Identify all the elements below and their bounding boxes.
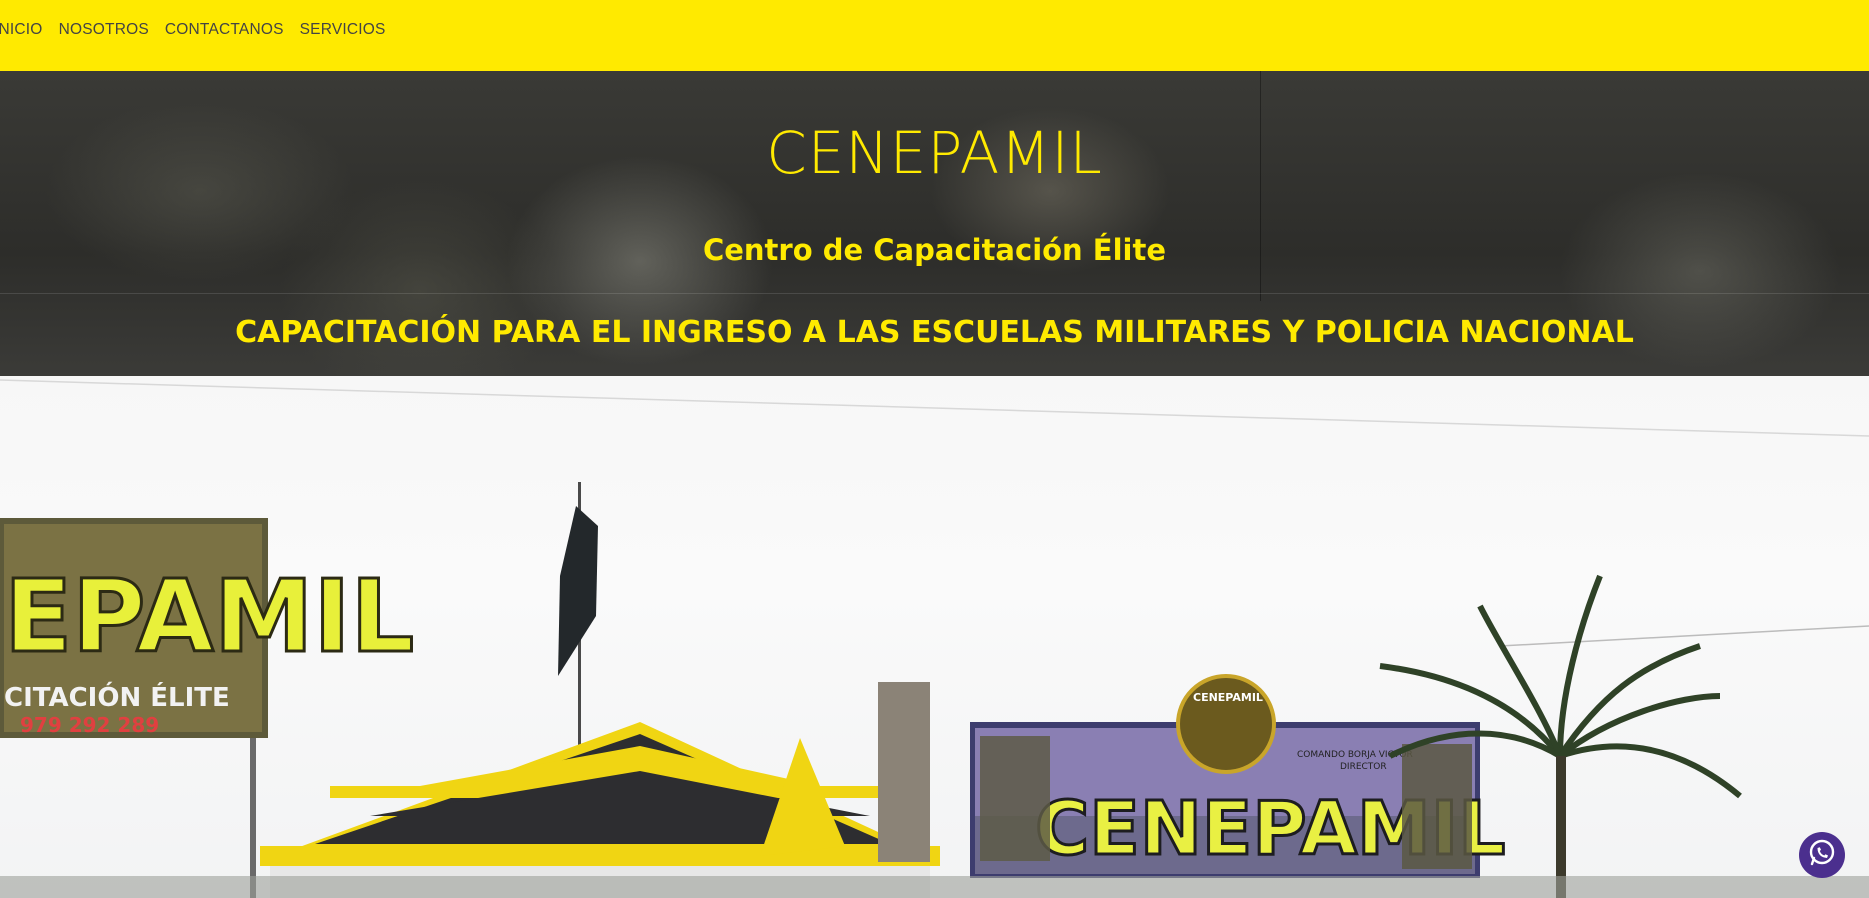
left-billboard-subtitle: CITACIÓN ÉLITE [4, 681, 230, 713]
nav-item-servicios[interactable]: SERVICIOS [300, 21, 386, 39]
whatsapp-icon [1807, 838, 1837, 872]
nav-menu: INICIO NOSOTROS CONTACTANOS SERVICIOS [0, 21, 402, 39]
right-billboard: CENEPAMIL CENEPAMIL COMANDO BORJA VICTOR… [970, 674, 1507, 878]
whatsapp-button[interactable] [1799, 832, 1845, 878]
hero-tagline: CAPACITACIÓN PARA EL INGRESO A LAS ESCUE… [235, 315, 1634, 350]
top-navbar: INICIO NOSOTROS CONTACTANOS SERVICIOS [0, 0, 1869, 71]
campus-photo: EPAMIL CITACIÓN ÉLITE 979 292 289 CENEPA… [0, 376, 1869, 898]
nav-item-inicio[interactable]: INICIO [0, 21, 43, 39]
nav-item-contactanos[interactable]: CONTACTANOS [165, 21, 284, 39]
left-billboard-phone: 979 292 289 [20, 713, 159, 737]
right-billboard-badge: CENEPAMIL [1193, 691, 1263, 704]
ground-fence [0, 876, 1869, 898]
campus-photo-illustration: EPAMIL CITACIÓN ÉLITE 979 292 289 CENEPA… [0, 379, 1869, 898]
left-billboard-title: EPAMIL [4, 558, 414, 675]
hero-subtitle: Centro de Capacitación Élite [702, 233, 1167, 267]
hero-title: CENEPAMIL [766, 119, 1103, 187]
stone-chimney [878, 682, 930, 862]
right-billboard-caption-2: DIRECTOR [1340, 762, 1387, 772]
nav-item-nosotros[interactable]: NOSOTROS [59, 21, 149, 39]
hero-divider [0, 293, 1869, 294]
building-roof [260, 722, 940, 898]
hero-banner: CENEPAMIL Centro de Capacitación Élite C… [0, 71, 1869, 376]
